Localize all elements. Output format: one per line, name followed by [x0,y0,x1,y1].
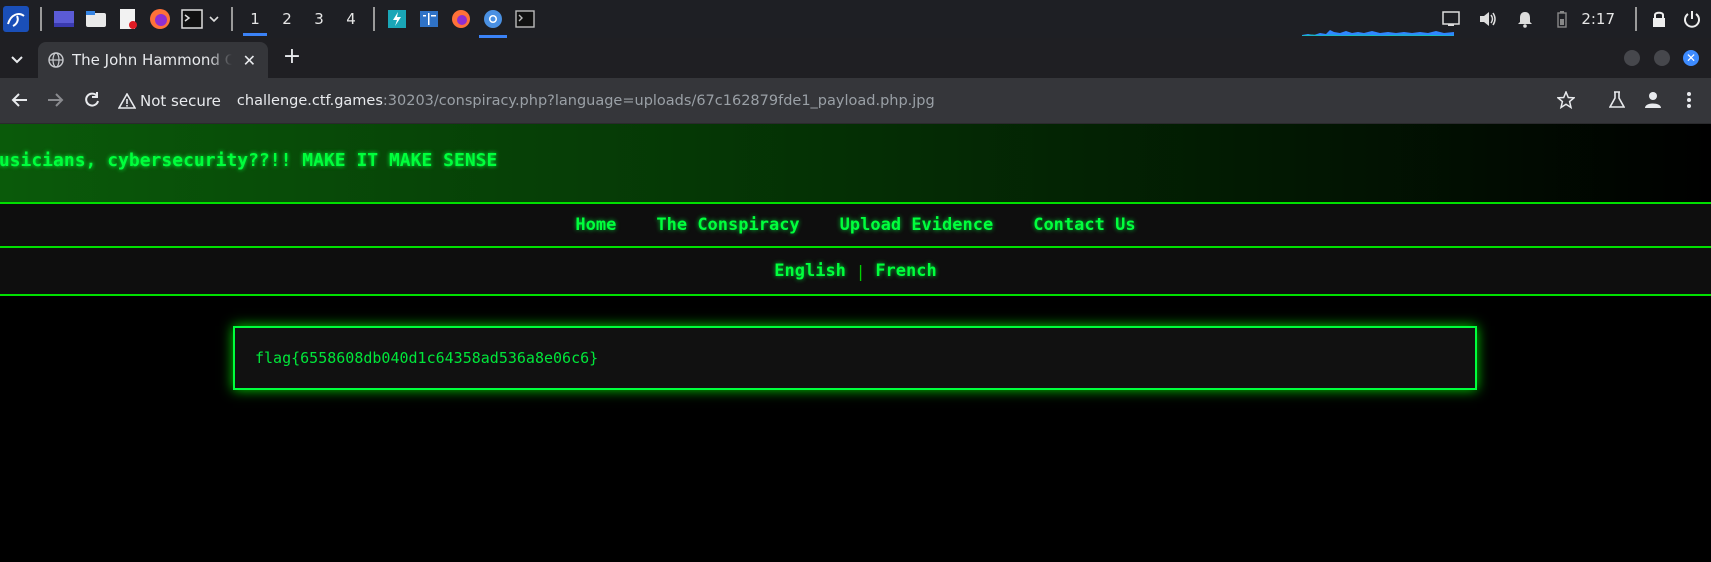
workspace-label: 3 [314,10,324,28]
labs-button[interactable] [1606,89,1628,111]
workspace-2[interactable]: 2 [271,0,303,38]
browser-menu-button[interactable] [1678,89,1700,111]
browser-tab-strip: The John Hammond Conspiracy ✕ + ✕ [0,38,1711,78]
url-path: :30203/conspiracy.php?language=uploads/6… [382,93,935,109]
chevron-down-icon[interactable] [208,8,220,30]
terminal-window-icon[interactable] [514,8,536,30]
notification-bell-icon[interactable] [1514,8,1536,30]
tab-title: The John Hammond Conspiracy [72,51,232,69]
tab-search-button[interactable] [6,48,28,70]
power-icon[interactable] [1681,8,1703,30]
minimize-button[interactable] [1624,50,1640,66]
bookmark-star-button[interactable] [1555,89,1577,111]
terminal-icon[interactable] [181,8,203,30]
burp-icon[interactable] [386,8,408,30]
taskbar: 1 2 3 4 2:17 [0,0,1711,38]
workspace-1[interactable]: 1 [239,0,271,38]
back-button[interactable] [9,89,31,111]
clock[interactable]: 2:17 [1581,10,1615,28]
lock-icon[interactable] [1648,8,1670,30]
workspace-3[interactable]: 3 [303,0,335,38]
workspace-label: 1 [250,10,260,28]
taskbar-separator [40,7,42,31]
content-box: flag{6558608db040d1c64358ad536a8e06c6} [233,326,1477,390]
profile-button[interactable] [1642,89,1664,111]
nav-home-link[interactable]: Home [575,215,616,235]
volume-icon[interactable] [1477,8,1499,30]
firefox-window-icon[interactable] [450,8,472,30]
chevron-down-icon [11,56,23,64]
cpu-graph-icon [1302,30,1454,36]
maximize-button[interactable] [1654,50,1670,66]
web-page: musicians, cybersecurity??!! MAKE IT MAK… [0,124,1711,562]
language-switcher: English | French [0,248,1711,296]
security-label: Not secure [140,92,221,110]
close-window-button[interactable]: ✕ [1683,50,1699,66]
language-separator: | [857,261,864,281]
chromium-window-icon[interactable] [479,8,507,38]
workspace-label: 2 [282,10,292,28]
star-icon [1557,91,1575,109]
reload-icon [85,92,99,107]
battery-icon[interactable] [1551,8,1573,30]
flask-icon [1609,91,1625,108]
flag-text: flag{6558608db040d1c64358ad536a8e06c6} [255,349,599,367]
address-bar[interactable]: Not secure challenge.ctf.games:30203/con… [118,84,1578,118]
forward-button[interactable] [44,89,66,111]
browser-tab-active[interactable]: The John Hammond Conspiracy ✕ [38,42,268,78]
banner-text: musicians, cybersecurity??!! MAKE IT MAK… [0,150,498,171]
url-host: challenge.ctf.games [236,93,383,109]
workspace-4[interactable]: 4 [335,0,367,38]
reload-button[interactable] [81,89,103,111]
workspace-label: 4 [346,10,356,28]
language-french-link[interactable]: French [875,261,936,281]
new-tab-button[interactable]: + [280,46,304,70]
close-tab-icon[interactable]: ✕ [243,51,256,70]
nav-contact-link[interactable]: Contact Us [1033,215,1135,235]
browser-toolbar: Not secure challenge.ctf.games:30203/con… [0,78,1711,124]
kebab-menu-icon [1687,92,1691,108]
screen-icon[interactable] [1440,8,1462,30]
globe-icon [48,52,64,68]
security-indicator[interactable]: Not secure [118,92,221,110]
url-text[interactable]: challenge.ctf.games:30203/conspiracy.php… [237,93,935,109]
nav-upload-evidence-link[interactable]: Upload Evidence [840,215,994,235]
arrow-left-icon [11,93,27,107]
notes-app-icon[interactable] [418,8,440,30]
header-banner: musicians, cybersecurity??!! MAKE IT MAK… [0,124,1711,202]
taskbar-separator [1635,7,1637,31]
person-icon [1645,92,1661,108]
file-manager-icon[interactable] [85,8,107,30]
site-nav: Home The Conspiracy Upload Evidence Cont… [0,202,1711,248]
arrow-right-icon [48,93,64,107]
show-desktop-icon[interactable] [53,8,75,30]
taskbar-separator [373,7,375,31]
text-editor-icon[interactable] [117,8,139,30]
kali-menu-icon[interactable] [3,6,29,32]
language-english-link[interactable]: English [774,261,846,281]
nav-conspiracy-link[interactable]: The Conspiracy [656,215,799,235]
firefox-icon[interactable] [149,8,171,30]
taskbar-separator [231,7,233,31]
warning-triangle-icon [118,93,136,109]
